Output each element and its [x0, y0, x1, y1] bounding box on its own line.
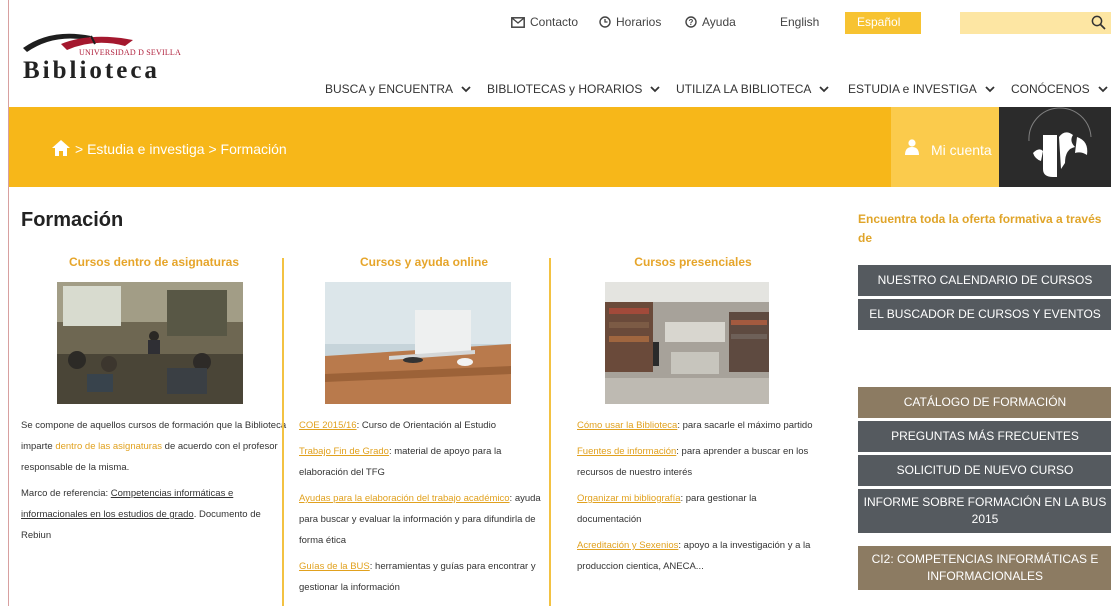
page-title: Formación	[21, 209, 124, 231]
nav-item-label: ESTUDIA e INVESTIGA	[848, 82, 977, 96]
link-fuentes[interactable]: Fuentes de información	[577, 446, 676, 457]
link-coe[interactable]: COE 2015/16	[299, 420, 357, 431]
main-nav: BUSCA y ENCUENTRA BIBLIOTECAS y HORARIOS…	[9, 82, 1111, 102]
link-acreditacion[interactable]: Acreditación y Sexenios	[577, 540, 678, 551]
column-text: Cómo usar la Biblioteca: para sacarle el…	[577, 415, 817, 582]
nav-item-label: CONÓCENOS	[1011, 82, 1090, 96]
link-como-usar[interactable]: Cómo usar la Biblioteca	[577, 420, 677, 431]
account-label: Mi cuenta	[931, 142, 992, 158]
mail-icon	[511, 16, 525, 28]
nav-item-bibliotecas[interactable]: BIBLIOTECAS y HORARIOS	[487, 82, 661, 96]
nav-item-label: BIBLIOTECAS y HORARIOS	[487, 82, 643, 96]
text: Marco de referencia:	[21, 488, 111, 499]
breadcrumb[interactable]: > Estudia e investiga > Formación	[75, 141, 287, 157]
language-english[interactable]: English	[780, 15, 819, 29]
contact-label: Contacto	[530, 15, 579, 29]
nav-item-label: UTILIZA LA BIBLIOTECA	[676, 82, 812, 96]
search-icon[interactable]	[1091, 15, 1106, 30]
link-guias-bus[interactable]: Guías de la BUS	[299, 561, 370, 572]
calendar-button[interactable]: NUESTRO CALENDARIO DE CURSOS	[858, 265, 1111, 296]
column-text: Se compone de aquellos cursos de formaci…	[21, 415, 287, 551]
column-heading: Cursos presenciales	[634, 255, 752, 269]
page-frame: Contacto Horarios ? Ayuda English Españo…	[8, 0, 1111, 606]
library-photo	[605, 282, 769, 404]
help-link[interactable]: ? Ayuda	[685, 15, 736, 29]
user-icon	[905, 139, 919, 155]
home-icon[interactable]	[52, 140, 70, 156]
sidebar-intro: Encuentra toda la oferta formativa a tra…	[858, 212, 1102, 245]
text: : Curso de Orientación al Estudio	[356, 420, 496, 431]
list-item: Organizar mi bibliografía: para gestiona…	[577, 488, 817, 530]
column-presenciales: Cursos presenciales Cómo usar la Bibliot…	[569, 255, 817, 606]
faq-button[interactable]: PREGUNTAS MÁS FRECUENTES	[858, 421, 1111, 452]
university-seal-logo[interactable]	[999, 107, 1111, 187]
chevron-down-icon	[650, 85, 661, 92]
course-search-button[interactable]: EL BUSCADOR DE CURSOS Y EVENTOS	[858, 299, 1111, 330]
search-input[interactable]	[960, 12, 1111, 34]
list-item: COE 2015/16: Curso de Orientación al Est…	[299, 415, 549, 436]
breadcrumb-band: > Estudia e investiga > Formación Mi cue…	[9, 107, 1111, 187]
account-button[interactable]: Mi cuenta	[891, 107, 999, 187]
chevron-down-icon	[1098, 85, 1108, 92]
clock-icon	[599, 16, 611, 28]
link-tfg[interactable]: Trabajo Fin de Grado	[299, 446, 389, 457]
classroom-photo	[57, 282, 243, 404]
list-item: Ayudas para la elaboración del trabajo a…	[299, 488, 549, 551]
link-trabajo-academico[interactable]: Ayudas para la elaboración del trabajo a…	[299, 493, 510, 504]
list-item: Fuentes de información: para aprender a …	[577, 441, 817, 483]
column-text: COE 2015/16: Curso de Orientación al Est…	[299, 415, 549, 603]
svg-text:?: ?	[689, 18, 694, 27]
help-label: Ayuda	[702, 15, 736, 29]
nav-item-conocenos[interactable]: CONÓCENOS	[1011, 82, 1108, 96]
schedule-label: Horarios	[616, 15, 662, 29]
list-item: Acreditación y Sexenios: apoyo a la inve…	[577, 535, 817, 577]
link-dentro-asignaturas[interactable]: dentro de las asignaturas	[55, 441, 162, 452]
column-divider	[549, 258, 551, 606]
column-asignaturas: Cursos dentro de asignaturas Se compone …	[21, 255, 287, 606]
column-online: Cursos y ayuda online COE 2015/16: Curso…	[299, 255, 549, 606]
laptop-photo	[325, 282, 511, 404]
new-course-request-button[interactable]: SOLICITUD DE NUEVO CURSO	[858, 455, 1111, 486]
column-heading: Cursos y ayuda online	[359, 255, 489, 269]
text: : para sacarle el máximo partido	[677, 420, 813, 431]
nav-item-busca[interactable]: BUSCA y ENCUENTRA	[325, 82, 471, 96]
university-name: UNIVERSIDAD D SEVILLA	[79, 48, 181, 57]
contact-link[interactable]: Contacto	[511, 15, 578, 29]
paragraph-description: Se compone de aquellos cursos de formaci…	[21, 415, 287, 478]
chevron-down-icon	[819, 85, 830, 92]
catalog-button[interactable]: CATÁLOGO DE FORMACIÓN	[858, 387, 1111, 418]
column-divider	[282, 258, 284, 606]
list-item: Guías de la BUS: herramientas y guías pa…	[299, 556, 549, 598]
language-spanish[interactable]: Español	[845, 12, 921, 34]
library-name: Biblioteca	[23, 57, 160, 84]
library-logo[interactable]: UNIVERSIDAD D SEVILLA Biblioteca	[21, 26, 221, 86]
help-icon: ?	[685, 16, 697, 28]
nav-item-label: BUSCA y ENCUENTRA	[325, 82, 454, 96]
link-organizar[interactable]: Organizar mi bibliografía	[577, 493, 681, 504]
chevron-down-icon	[985, 85, 995, 92]
list-item: Trabajo Fin de Grado: material de apoyo …	[299, 441, 549, 483]
seal-icon	[1028, 107, 1092, 177]
list-item: Cómo usar la Biblioteca: para sacarle el…	[577, 415, 817, 436]
report-button[interactable]: INFORME SOBRE FORMACIÓN EN LA BUS 2015	[858, 489, 1111, 533]
paragraph-reference: Marco de referencia: Competencias inform…	[21, 483, 287, 546]
schedule-link[interactable]: Horarios	[599, 15, 661, 29]
nav-item-utiliza[interactable]: UTILIZA LA BIBLIOTECA	[676, 82, 830, 96]
nav-item-estudia[interactable]: ESTUDIA e INVESTIGA	[848, 82, 995, 96]
column-heading: Cursos dentro de asignaturas	[68, 255, 240, 269]
ci2-button[interactable]: CI2: COMPETENCIAS INFORMÁTICAS E INFORMA…	[858, 546, 1111, 590]
chevron-down-icon	[461, 85, 471, 92]
